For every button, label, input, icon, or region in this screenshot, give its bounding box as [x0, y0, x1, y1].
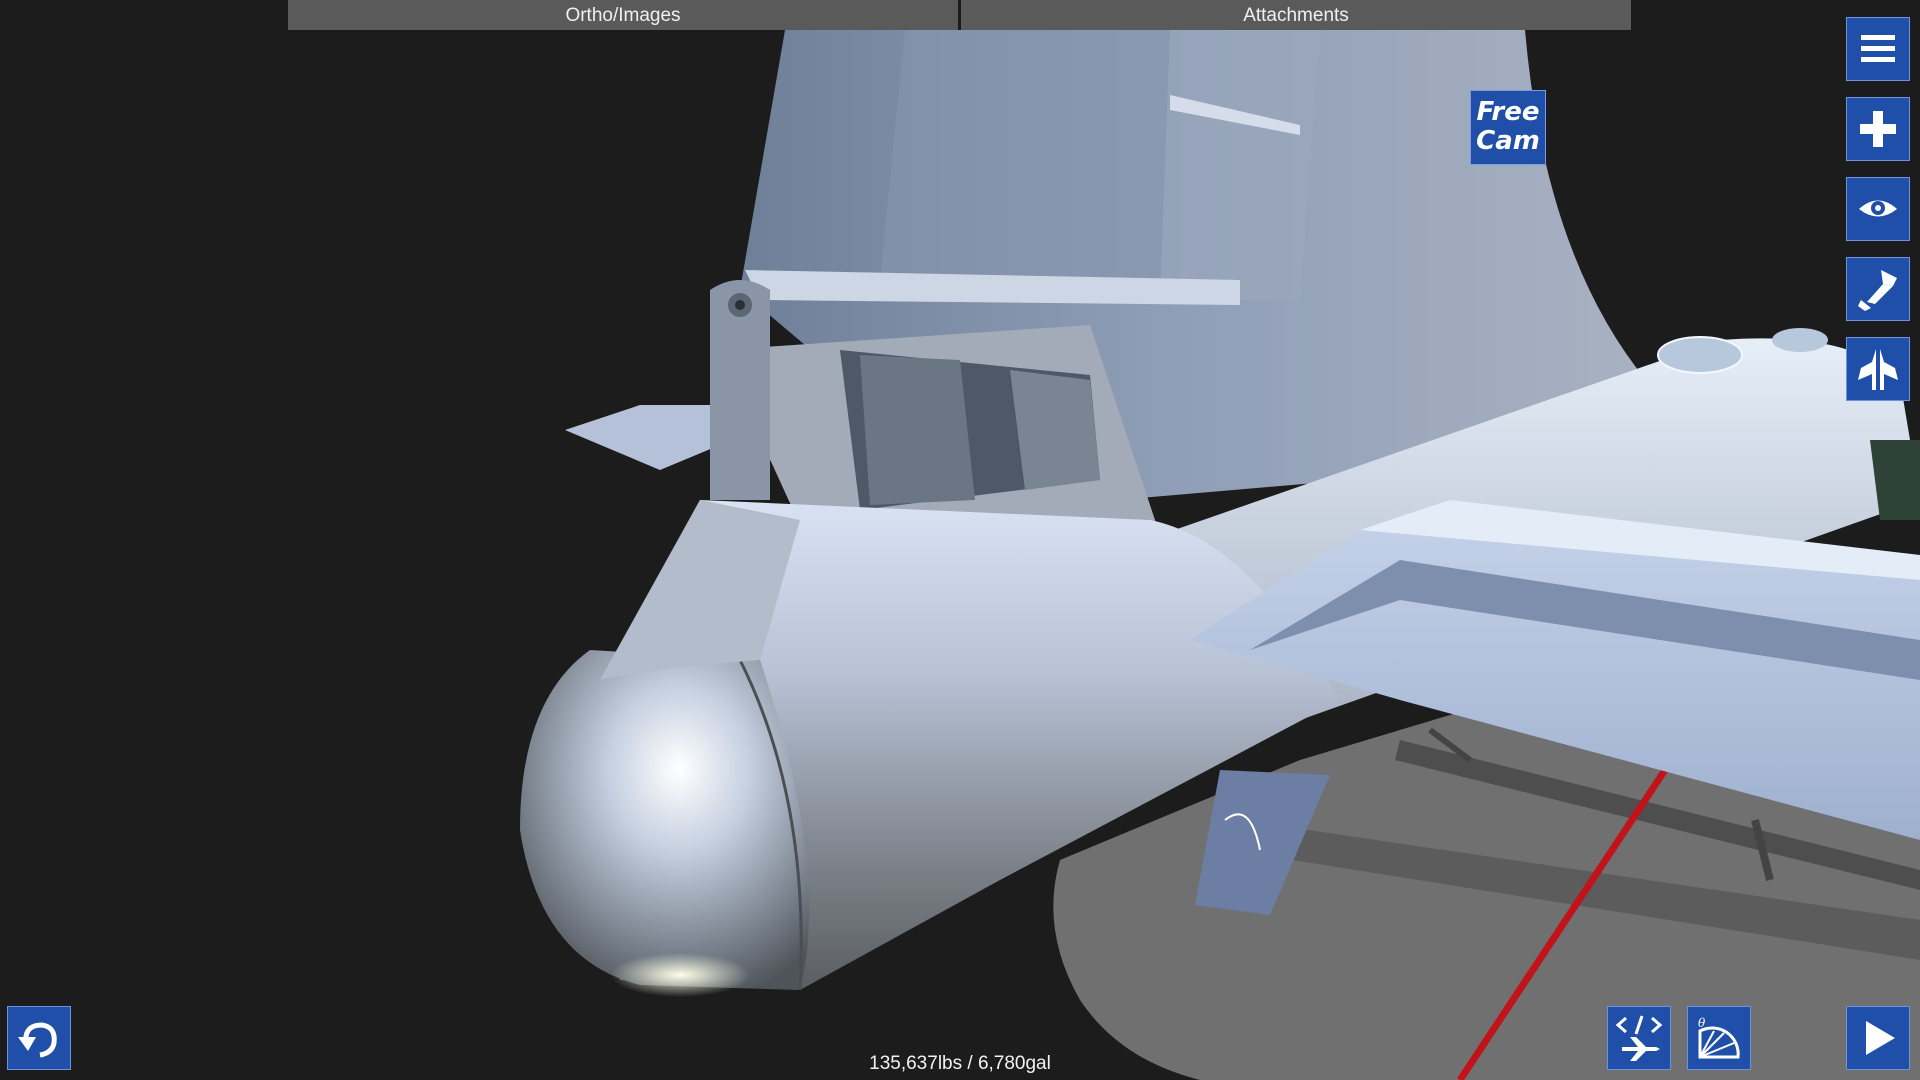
- boom-nose: [520, 650, 809, 990]
- play-icon: [1866, 1021, 1895, 1055]
- paint-button[interactable]: [1846, 257, 1910, 321]
- aircraft-3d-viewport[interactable]: [0, 0, 1920, 1080]
- play-button[interactable]: [1846, 1006, 1910, 1070]
- add-part-button[interactable]: [1846, 97, 1910, 161]
- paint-icon: [1858, 270, 1897, 311]
- menu-button[interactable]: [1846, 17, 1910, 81]
- flight-stats-icon: θ: [1698, 1016, 1740, 1059]
- xml-edit-icon: [1615, 1015, 1663, 1061]
- view-button[interactable]: [1846, 177, 1910, 241]
- horizontal-stabilizer: [565, 405, 720, 470]
- free-cam-label-line1: Free: [1476, 97, 1540, 127]
- undo-icon: [18, 1022, 57, 1058]
- menu-icon: [1861, 35, 1895, 62]
- symmetry-button[interactable]: [1846, 337, 1910, 401]
- flight-stats-button[interactable]: θ: [1687, 1006, 1751, 1070]
- xml-edit-button[interactable]: [1607, 1006, 1671, 1070]
- add-part-icon: [1860, 111, 1896, 147]
- free-cam-label-line2: Cam: [1476, 126, 1540, 156]
- symmetry-icon: [1858, 349, 1898, 390]
- tab-attachments[interactable]: Attachments: [961, 0, 1631, 30]
- weight-fuel-readout: 135,637lbs / 6,780gal: [869, 1053, 1051, 1074]
- svg-text:θ: θ: [1698, 1016, 1706, 1030]
- tab-ortho-images[interactable]: Ortho/Images: [288, 0, 958, 30]
- view-icon: [1859, 200, 1897, 217]
- free-cam-button[interactable]: Free Cam: [1470, 90, 1546, 165]
- undo-button[interactable]: [7, 1006, 71, 1070]
